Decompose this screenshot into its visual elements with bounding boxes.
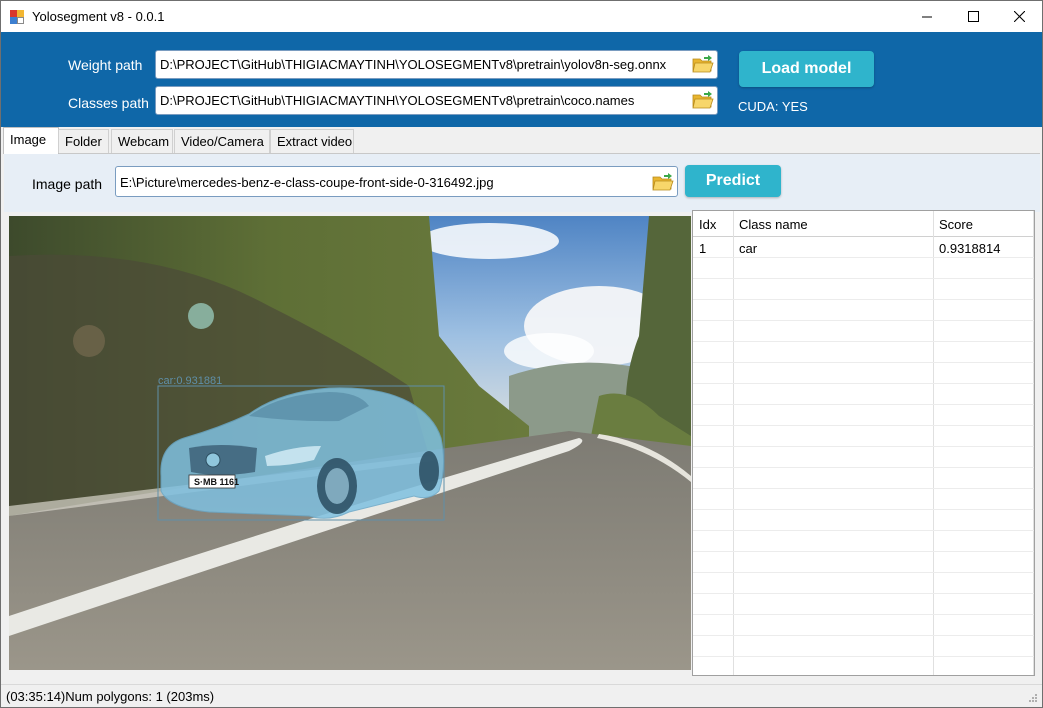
- title-bar: Yolosegment v8 - 0.0.1: [1, 1, 1042, 32]
- tab-folder[interactable]: Folder: [58, 129, 109, 153]
- image-viewer[interactable]: car:0.931881 S·MB 1161: [9, 216, 691, 670]
- close-icon: [1013, 11, 1025, 22]
- results-grid[interactable]: Idx Class name Score 1 car 0.9318814: [692, 210, 1035, 676]
- image-path-field[interactable]: E:\Picture\mercedes-benz-e-class-coupe-f…: [115, 166, 678, 197]
- app-icon: [10, 10, 24, 24]
- resize-grip-icon[interactable]: [1028, 693, 1038, 703]
- classes-path-label: Classes path: [68, 95, 149, 111]
- tab-extract-video[interactable]: Extract video: [270, 129, 354, 153]
- cuda-status: CUDA: YES: [738, 99, 808, 114]
- row-score: 0.9318814: [939, 241, 1001, 256]
- tab-video-camera[interactable]: Video/Camera: [174, 129, 270, 153]
- window-title: Yolosegment v8 - 0.0.1: [32, 9, 165, 24]
- weight-path-label: Weight path: [68, 57, 143, 73]
- image-path-value: E:\Picture\mercedes-benz-e-class-coupe-f…: [120, 175, 494, 190]
- status-bar: (03:35:14)Num polygons: 1 (203ms): [1, 684, 1042, 707]
- row-class-name: car: [739, 241, 758, 256]
- close-button[interactable]: [996, 1, 1042, 32]
- folder-open-icon[interactable]: [652, 173, 674, 191]
- weight-path-field[interactable]: D:\PROJECT\GitHub\THIGIACMAYTINH\YOLOSEG…: [155, 50, 718, 79]
- classes-path-field[interactable]: D:\PROJECT\GitHub\THIGIACMAYTINH\YOLOSEG…: [155, 86, 718, 115]
- load-model-button[interactable]: Load model: [739, 51, 874, 87]
- grid-header: Idx Class name Score: [693, 211, 1034, 237]
- row-idx: 1: [699, 241, 707, 256]
- app-window: Yolosegment v8 - 0.0.1 Weight path D:\PR…: [0, 0, 1043, 708]
- segmented-image: car:0.931881 S·MB 1161: [9, 216, 691, 670]
- weight-path-value: D:\PROJECT\GitHub\THIGIACMAYTINH\YOLOSEG…: [160, 57, 667, 72]
- detection-label: car:0.931881: [158, 375, 222, 387]
- minimize-button[interactable]: [904, 1, 950, 32]
- minimize-icon: [922, 16, 932, 17]
- maximize-icon: [967, 11, 979, 22]
- status-text: (03:35:14)Num polygons: 1 (203ms): [6, 689, 215, 704]
- column-header-score[interactable]: Score: [939, 217, 973, 232]
- license-plate-text: S·MB 1161: [194, 477, 239, 487]
- image-path-label: Image path: [32, 176, 103, 192]
- predict-button[interactable]: Predict: [685, 165, 781, 197]
- column-header-idx[interactable]: Idx: [699, 217, 716, 232]
- tab-webcam[interactable]: Webcam: [111, 129, 173, 153]
- classes-path-value: D:\PROJECT\GitHub\THIGIACMAYTINH\YOLOSEG…: [160, 93, 635, 108]
- folder-open-icon[interactable]: [692, 91, 714, 109]
- tab-image[interactable]: Image: [3, 127, 59, 154]
- folder-open-icon[interactable]: [692, 55, 714, 73]
- column-header-class-name[interactable]: Class name: [739, 217, 808, 232]
- maximize-button[interactable]: [950, 1, 996, 32]
